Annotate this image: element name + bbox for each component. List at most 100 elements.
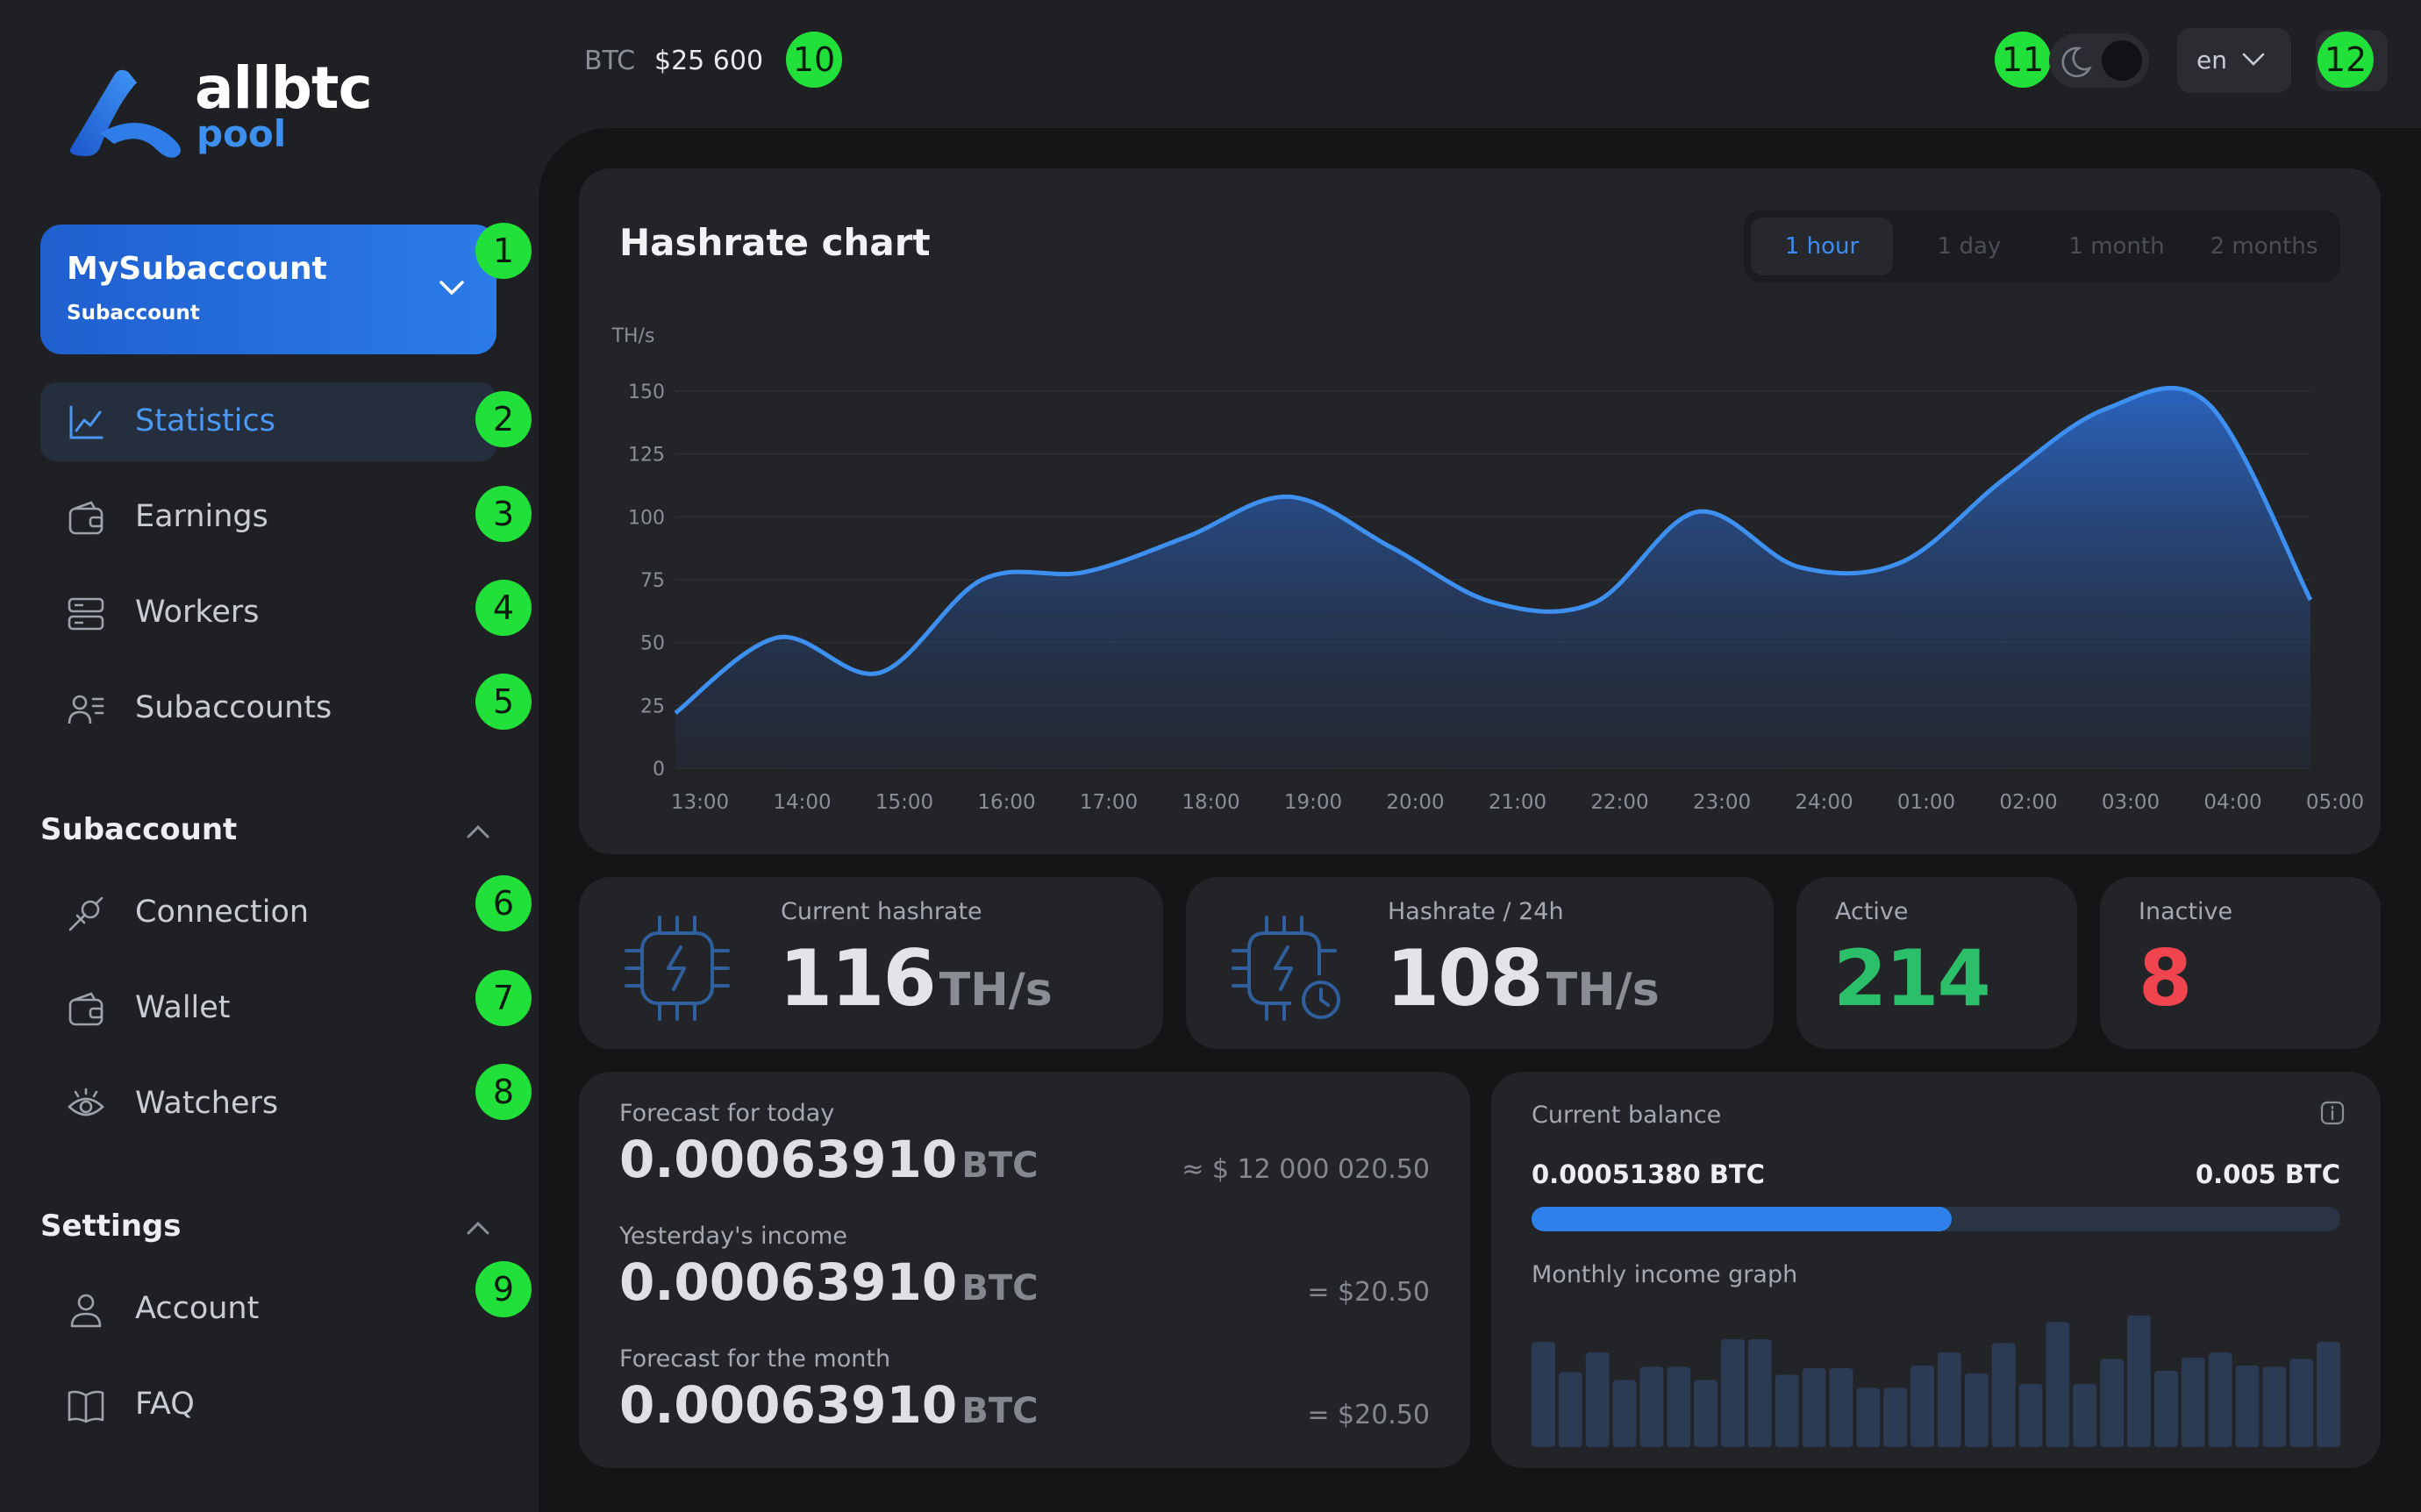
balance-progress-fill bbox=[1532, 1207, 1953, 1231]
badge: 10 bbox=[786, 32, 842, 88]
hashrate-24h-card: Hashrate / 24h 108 TH/s bbox=[1186, 877, 1774, 1049]
monthly-income-bar bbox=[2289, 1359, 2314, 1447]
badge: 1 bbox=[475, 223, 532, 279]
monthly-income-bar bbox=[1612, 1380, 1637, 1447]
inactive-workers-card[interactable]: Inactive 8 bbox=[2100, 877, 2381, 1049]
monthly-income-bar bbox=[1721, 1339, 1745, 1447]
monthly-income-bar bbox=[1856, 1387, 1881, 1447]
forecast-today-unit: BTC bbox=[961, 1145, 1039, 1186]
y-tick-label: 100 bbox=[628, 507, 665, 529]
x-tick-label: 17:00 bbox=[1080, 791, 1138, 814]
monthly-income-bar bbox=[1964, 1373, 1989, 1447]
nav-wallet[interactable]: Wallet bbox=[40, 969, 496, 1048]
monthly-income-bar bbox=[2262, 1366, 2287, 1447]
nav-earnings[interactable]: Earnings bbox=[40, 478, 496, 557]
hashrate-chart-card: Hashrate chart 1 hour 1 day 1 month 2 mo… bbox=[579, 168, 2381, 854]
nav-statistics[interactable]: Statistics bbox=[40, 382, 496, 461]
nav-faq[interactable]: FAQ bbox=[40, 1366, 496, 1444]
x-tick-label: 24:00 bbox=[1795, 791, 1853, 814]
monthly-income-bar bbox=[2208, 1352, 2232, 1447]
monthly-income-bar bbox=[1694, 1380, 1718, 1447]
stat-label: Active bbox=[1835, 898, 1909, 925]
monthly-income-bar bbox=[1585, 1352, 1610, 1447]
nav-label: Wallet bbox=[135, 990, 231, 1025]
current-hashrate-card: Current hashrate 116 TH/s bbox=[579, 877, 1163, 1049]
nav-label: Subaccounts bbox=[135, 690, 332, 725]
nav-workers[interactable]: Workers bbox=[40, 574, 496, 653]
badge: 5 bbox=[475, 674, 532, 730]
sidebar: allbtc pool MySubaccount Subaccount 1 St… bbox=[0, 0, 539, 1512]
x-tick-label: 15:00 bbox=[875, 791, 933, 814]
eye-icon bbox=[68, 1088, 104, 1116]
yesterday-income-value: 0.00063910 bbox=[619, 1252, 958, 1312]
chevron-up-icon[interactable] bbox=[463, 1217, 493, 1238]
monthly-income-bar bbox=[1991, 1343, 2016, 1447]
wallet-icon bbox=[68, 501, 104, 535]
y-tick-label: 125 bbox=[628, 445, 665, 467]
badge: 2 bbox=[475, 391, 532, 447]
account-switcher[interactable]: MySubaccount Subaccount bbox=[40, 225, 496, 354]
y-tick-label: 25 bbox=[640, 695, 665, 717]
chevron-up-icon[interactable] bbox=[463, 821, 493, 842]
forecast-month-fiat: = $20.50 bbox=[1307, 1400, 1430, 1430]
x-tick-label: 22:00 bbox=[1590, 791, 1648, 814]
forecast-month-unit: BTC bbox=[961, 1391, 1039, 1431]
monthly-income-bar bbox=[2046, 1322, 2070, 1447]
nav-label: Statistics bbox=[135, 403, 275, 439]
nav-label: FAQ bbox=[135, 1387, 195, 1422]
nav-subaccounts[interactable]: Subaccounts bbox=[40, 669, 496, 748]
y-axis-label: TH/s bbox=[611, 325, 655, 347]
forecast-card: Forecast for today 0.00063910 BTC ≈ $ 12… bbox=[579, 1072, 1470, 1468]
monthly-income-bar bbox=[1532, 1342, 1555, 1447]
logo-subtext: pool bbox=[196, 112, 287, 155]
monthly-income-bar bbox=[2317, 1342, 2340, 1447]
nav-label: Connection bbox=[135, 895, 310, 930]
active-workers-card[interactable]: Active 214 bbox=[1796, 877, 2077, 1049]
chevron-down-icon bbox=[2242, 53, 2265, 66]
account-name: MySubaccount bbox=[67, 251, 327, 287]
badge: 12 bbox=[2317, 32, 2374, 88]
monthly-income-bar bbox=[2153, 1371, 2178, 1447]
x-tick-label: 02:00 bbox=[1999, 791, 2057, 814]
y-tick-label: 150 bbox=[628, 382, 665, 403]
nav-account[interactable]: Account bbox=[40, 1270, 496, 1349]
stat-label: Inactive bbox=[2139, 898, 2233, 925]
stat-label: Current hashrate bbox=[781, 898, 982, 925]
chart-line-icon bbox=[69, 405, 104, 439]
badge: 11 bbox=[1995, 32, 2051, 88]
y-tick-label: 75 bbox=[640, 570, 665, 592]
account-type: Subaccount bbox=[67, 302, 200, 325]
x-tick-label: 18:00 bbox=[1182, 791, 1239, 814]
nav-connection[interactable]: Connection bbox=[40, 874, 496, 952]
nav-label: Account bbox=[135, 1291, 260, 1326]
monthly-income-bar bbox=[1938, 1352, 1961, 1447]
inactive-workers-value: 8 bbox=[2139, 933, 2192, 1023]
nav-watchers[interactable]: Watchers bbox=[40, 1065, 496, 1144]
monthly-income-bar bbox=[1883, 1387, 1908, 1447]
forecast-month-value: 0.00063910 bbox=[619, 1375, 958, 1435]
y-tick-label: 0 bbox=[653, 759, 665, 781]
monthly-income-bar bbox=[2073, 1384, 2097, 1447]
logo-mark-icon bbox=[69, 69, 181, 158]
monthly-income-bar bbox=[1747, 1339, 1772, 1447]
monthly-graph-label: Monthly income graph bbox=[1532, 1261, 1798, 1288]
x-tick-label: 16:00 bbox=[977, 791, 1035, 814]
wallet-icon bbox=[68, 992, 104, 1026]
user-icon bbox=[70, 1294, 102, 1328]
language-select[interactable]: en bbox=[2177, 28, 2291, 93]
x-tick-label: 04:00 bbox=[2203, 791, 2261, 814]
theme-toggle[interactable] bbox=[2049, 33, 2149, 88]
toggle-knob bbox=[2102, 40, 2142, 81]
chip-bolt-icon bbox=[625, 916, 730, 1021]
plug-icon bbox=[68, 896, 104, 931]
x-tick-label: 05:00 bbox=[2306, 791, 2364, 814]
monthly-income-bar bbox=[1802, 1368, 1826, 1447]
yesterday-income-label: Yesterday's income bbox=[619, 1223, 848, 1250]
nav-label: Earnings bbox=[135, 499, 268, 534]
badge: 9 bbox=[475, 1261, 532, 1317]
yesterday-income-fiat: = $20.50 bbox=[1307, 1277, 1430, 1308]
x-tick-label: 01:00 bbox=[1897, 791, 1955, 814]
current-hashrate-unit: TH/s bbox=[939, 964, 1053, 1016]
chevron-down-icon bbox=[439, 281, 464, 296]
info-icon[interactable] bbox=[2319, 1100, 2346, 1126]
